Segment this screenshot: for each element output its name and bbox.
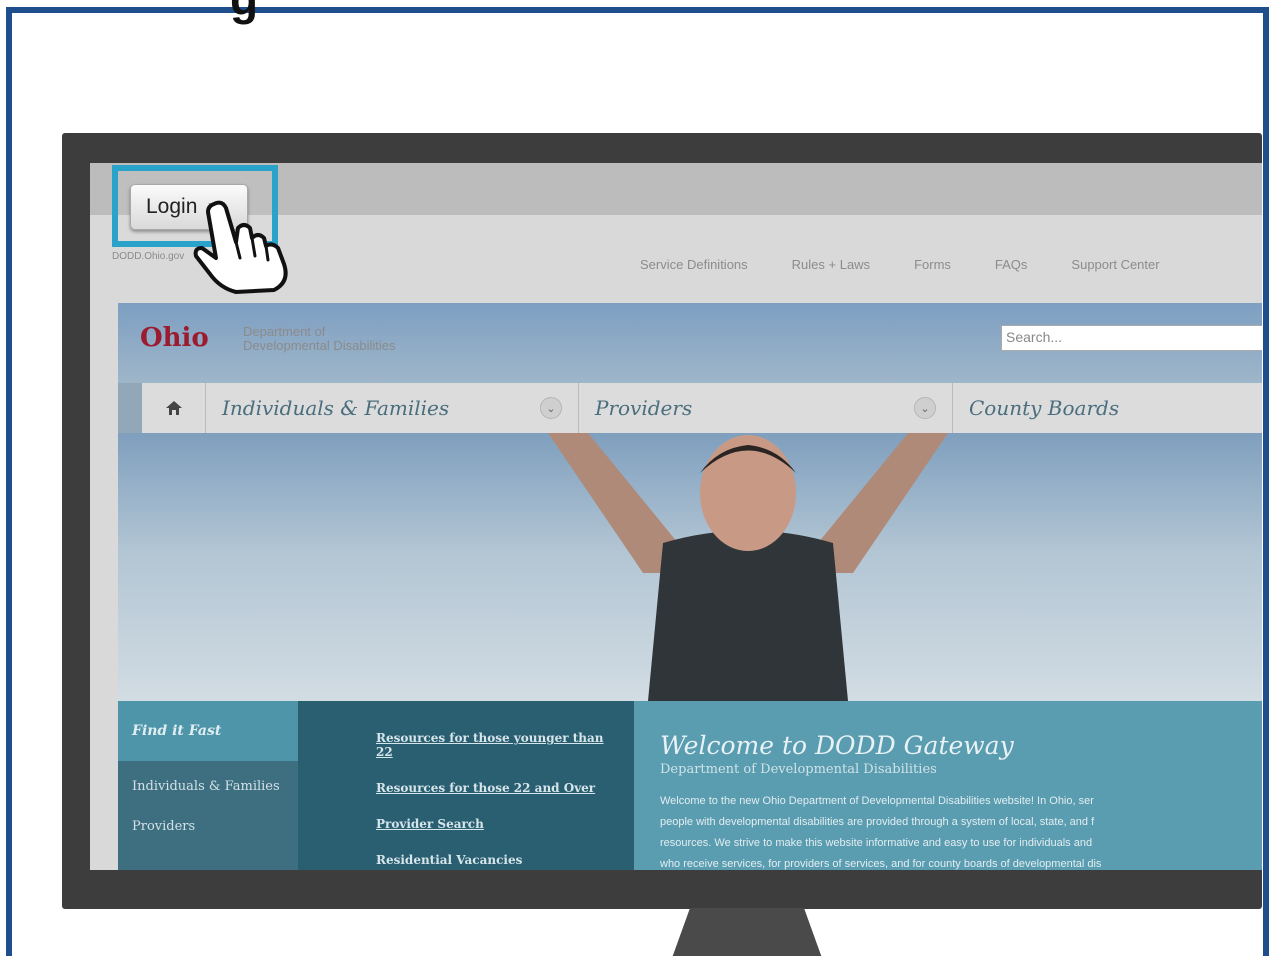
welcome-subtitle: Department of Developmental Disabilities: [660, 762, 937, 777]
link-provider-search[interactable]: Provider Search: [376, 817, 618, 831]
welcome-line: people with developmental disabilities a…: [660, 816, 1095, 828]
home-glyph: [165, 401, 182, 415]
link-resources-under-22[interactable]: Resources for those younger than 22: [376, 731, 618, 759]
welcome-title: Welcome to DODD Gateway: [660, 731, 1014, 760]
nav-individuals-families[interactable]: Individuals & Families ⌄: [206, 383, 579, 433]
nav-county-boards[interactable]: County Boards: [953, 383, 1262, 433]
link-forms[interactable]: Forms: [914, 257, 951, 272]
dept-line-1: Department of: [243, 324, 326, 339]
link-rules-laws[interactable]: Rules + Laws: [792, 257, 870, 272]
search-input[interactable]: Search...: [1001, 325, 1262, 351]
welcome-line: Welcome to the new Ohio Department of De…: [660, 795, 1094, 807]
welcome-line: resources. We strive to make this websit…: [660, 837, 1093, 849]
site-content: Ohio Department of Developmental Disabil…: [118, 303, 1262, 870]
nav-providers-label: Providers: [595, 396, 693, 420]
nav-individuals-families-label: Individuals & Families: [222, 396, 450, 420]
link-faqs[interactable]: FAQs: [995, 257, 1028, 272]
hero-image: [118, 433, 1262, 701]
nav-providers[interactable]: Providers ⌄: [579, 383, 953, 433]
side-item-individuals-families[interactable]: Individuals & Families: [118, 761, 298, 801]
welcome-panel: Welcome to DODD Gateway Department of De…: [634, 701, 1262, 870]
ohio-logo[interactable]: Ohio: [140, 323, 209, 353]
lower-panel: Find it Fast Individuals & Families Prov…: [118, 701, 1262, 870]
chevron-down-icon[interactable]: ⌄: [914, 397, 936, 419]
monitor-stand: [672, 908, 822, 956]
main-nav: Individuals & Families ⌄ Providers ⌄ Cou…: [142, 383, 1262, 433]
welcome-body: Welcome to the new Ohio Department of De…: [660, 791, 1262, 870]
pointer-hand-icon: [193, 200, 288, 294]
home-icon[interactable]: [142, 383, 206, 433]
link-resources-22-over[interactable]: Resources for those 22 and Over: [376, 781, 618, 795]
link-service-definitions[interactable]: Service Definitions: [640, 257, 748, 272]
site-url[interactable]: DODD.Ohio.gov: [112, 251, 184, 262]
dept-line-2: Developmental Disabilities: [243, 338, 396, 353]
link-support-center[interactable]: Support Center: [1071, 257, 1159, 272]
nav-county-boards-label: County Boards: [969, 396, 1120, 420]
side-item-providers[interactable]: Providers: [118, 801, 298, 841]
site-header: Ohio Department of Developmental Disabil…: [118, 303, 1262, 383]
top-links: Service Definitions Rules + Laws Forms F…: [640, 257, 1204, 272]
link-residential-vacancies[interactable]: Residential Vacancies: [376, 853, 618, 867]
department-name: Department of Developmental Disabilities: [243, 325, 395, 353]
welcome-line: who receive services, for providers of s…: [660, 858, 1102, 870]
chevron-down-icon[interactable]: ⌄: [540, 397, 562, 419]
side-nav: Individuals & Families Providers: [118, 761, 298, 870]
resource-links: Resources for those younger than 22 Reso…: [298, 701, 634, 870]
hero-person-illustration: [548, 433, 948, 701]
slide-title-partial: g: [230, 0, 258, 26]
login-label: Login: [146, 195, 198, 218]
